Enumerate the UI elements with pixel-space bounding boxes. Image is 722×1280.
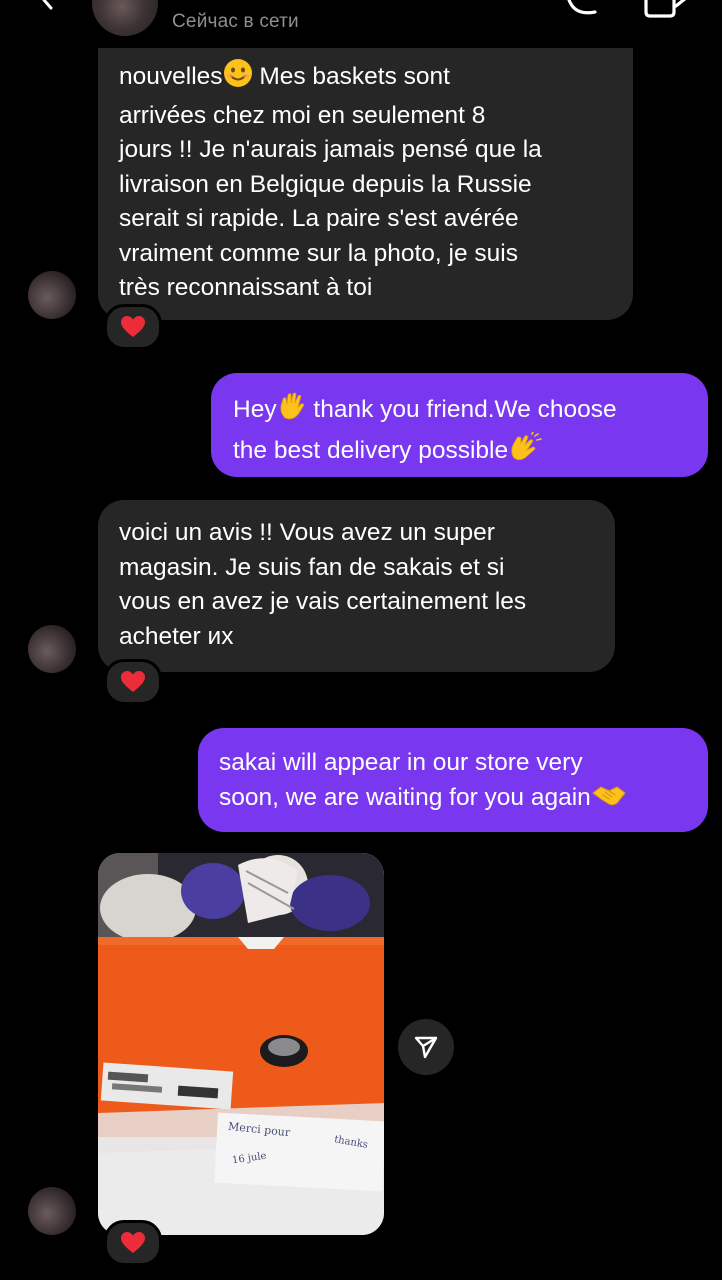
heart-reaction[interactable] [104,659,162,705]
message-text: sakai will appear in our store very [219,749,583,776]
sender-avatar[interactable] [28,1187,76,1235]
clapping-hands-emoji [508,430,542,473]
message-text: voici un avis !! Vous avez un super maga… [119,519,527,650]
chat-header: Сейчас в сети [0,0,722,48]
incoming-message-bubble[interactable]: voici un avis !! Vous avez un super maga… [98,500,615,672]
sender-avatar[interactable] [28,625,76,673]
message-text: Hey thank you friend.We choose [233,391,688,432]
handshake-emoji [591,783,627,820]
incoming-message-bubble[interactable]: nouvelles Mes baskets sont arrivées chez… [98,30,633,320]
message-text-continued: arrivées chez moi en seulement 8 jours !… [119,101,542,302]
shared-photo[interactable]: Merci pour thanks 16 jule [98,853,384,1235]
heart-icon [121,316,145,337]
video-camera-icon[interactable] [640,0,692,24]
paper-plane-icon [414,1036,438,1059]
outgoing-message-bubble[interactable]: sakai will appear in our store very soon… [198,728,708,832]
outgoing-message-bubble[interactable]: Hey thank you friend.We choose the best … [211,373,708,477]
heart-icon [121,671,145,692]
heart-reaction[interactable] [104,1220,162,1266]
smiling-face-emoji [223,58,253,99]
chevron-left-icon[interactable] [40,0,56,18]
message-text: nouvelles Mes baskets sont [119,58,613,99]
heart-icon [121,1232,145,1253]
message-text-line2: soon, we are waiting for you again [219,781,688,820]
online-status: Сейчас в сети [172,11,299,32]
avatar[interactable] [92,0,158,36]
share-button[interactable] [398,1019,454,1075]
phone-icon[interactable] [565,0,601,24]
heart-reaction[interactable] [104,304,162,350]
sender-avatar[interactable] [28,271,76,319]
message-text-line2: the best delivery possible [233,430,688,473]
waving-hand-emoji [277,391,307,432]
